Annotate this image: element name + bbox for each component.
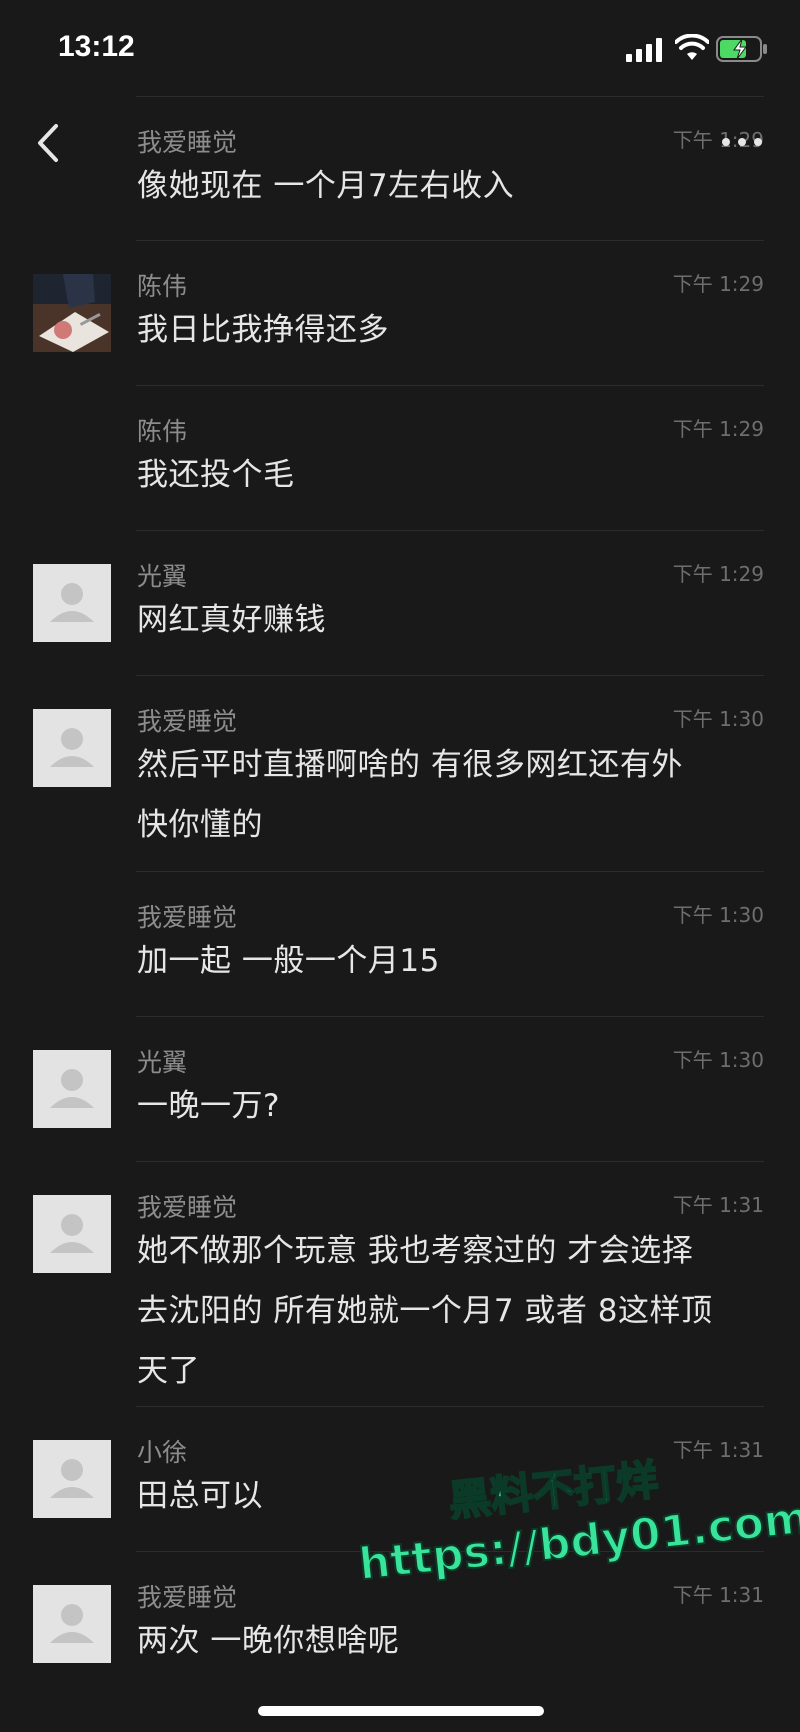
message-text: 像她现在 一个月7左右收入 [137, 156, 757, 216]
more-options-icon[interactable] [718, 124, 766, 160]
message-row[interactable]: 光翼 下午 1:30 一晚一万? [0, 1016, 800, 1156]
message-divider [136, 530, 764, 531]
message-text: 两次 一晚你想啥呢 [137, 1611, 757, 1671]
message-time: 下午 1:29 [672, 417, 764, 441]
sender-name: 我爱睡觉 [137, 128, 238, 157]
message-time: 下午 1:30 [672, 1048, 764, 1072]
sender-name: 陈伟 [137, 272, 188, 301]
message-text-line: 像她现在 一个月7左右收入 [137, 168, 515, 204]
sender-name: 小徐 [137, 1438, 188, 1467]
message-text-line: 快你懂的 [137, 807, 263, 843]
message-time: 下午 1:30 [672, 707, 764, 731]
message-row[interactable]: 陈伟 下午 1:29 我日比我挣得还多 [0, 240, 800, 380]
default-avatar-icon[interactable] [33, 1195, 111, 1273]
default-avatar-icon[interactable] [33, 1440, 111, 1518]
message-divider [136, 1406, 764, 1407]
message-divider [136, 1551, 764, 1552]
message-text: 一晚一万? [137, 1076, 757, 1136]
battery-charging-icon [716, 36, 767, 62]
sender-name: 我爱睡觉 [137, 1583, 238, 1612]
message-text-line: 她不做那个玩意 我也考察过的 才会选择 [137, 1233, 694, 1269]
message-row[interactable]: 陈伟 下午 1:29 我还投个毛 [0, 385, 800, 525]
sender-name: 我爱睡觉 [137, 1193, 238, 1222]
status-bar: 13:12 [0, 0, 800, 96]
message-text-line: 网红真好赚钱 [137, 602, 326, 638]
message-text: 我日比我挣得还多 [137, 300, 757, 360]
message-divider [136, 871, 764, 872]
message-text: 加一起 一般一个月15 [137, 931, 757, 991]
default-avatar-icon[interactable] [33, 1050, 111, 1128]
home-indicator[interactable] [258, 1706, 544, 1716]
message-text-line: 一晚一万? [137, 1088, 280, 1124]
message-divider [136, 240, 764, 241]
sender-name: 我爱睡觉 [137, 707, 238, 736]
message-divider [136, 385, 764, 386]
message-time: 下午 1:29 [672, 272, 764, 296]
sender-name: 光翼 [137, 562, 188, 591]
message-divider [136, 1161, 764, 1162]
default-avatar-icon[interactable] [33, 709, 111, 787]
message-row[interactable]: 小徐 下午 1:31 田总可以 [0, 1406, 800, 1546]
message-text: 然后平时直播啊啥的 有很多网红还有外 快你懂的 [137, 735, 757, 855]
wifi-icon [675, 34, 709, 60]
sender-name: 我爱睡觉 [137, 903, 238, 932]
message-text-line: 我日比我挣得还多 [137, 312, 389, 348]
message-time: 下午 1:29 [672, 562, 764, 586]
message-text: 田总可以 [137, 1466, 757, 1526]
message-text: 她不做那个玩意 我也考察过的 才会选择 去沈阳的 所有她就一个月7 或者 8这样顶… [137, 1221, 757, 1401]
default-avatar-icon[interactable] [33, 1585, 111, 1663]
message-text: 我还投个毛 [137, 445, 757, 505]
message-row[interactable]: 我爱睡觉 下午 1:30 然后平时直播啊啥的 有很多网红还有外 快你懂的 [0, 675, 800, 843]
message-text-line: 田总可以 [137, 1478, 263, 1514]
message-time: 下午 1:30 [672, 903, 764, 927]
message-row[interactable]: 我爱睡觉 下午 1:31 她不做那个玩意 我也考察过的 才会选择 去沈阳的 所有她就一… [0, 1161, 800, 1389]
message-time: 下午 1:31 [672, 1438, 764, 1462]
message-text-line: 天了 [137, 1353, 200, 1389]
message-row[interactable]: 我爱睡觉 下午 1:30 加一起 一般一个月15 [0, 871, 800, 1011]
message-divider [136, 96, 764, 97]
avatar-photo[interactable] [33, 274, 111, 352]
message-text-line: 去沈阳的 所有她就一个月7 或者 8这样顶 [137, 1293, 713, 1329]
message-row[interactable]: 光翼 下午 1:29 网红真好赚钱 [0, 530, 800, 670]
message-row[interactable]: 我爱睡觉 下午 1:29 像她现在 一个月7左右收入 [0, 96, 800, 236]
message-divider [136, 1016, 764, 1017]
message-text-line: 我还投个毛 [137, 457, 295, 493]
message-time: 下午 1:31 [672, 1193, 764, 1217]
sender-name: 陈伟 [137, 417, 188, 446]
sender-name: 光翼 [137, 1048, 188, 1077]
message-text-line: 两次 一晚你想啥呢 [137, 1623, 400, 1659]
message-time: 下午 1:31 [672, 1583, 764, 1607]
message-text: 网红真好赚钱 [137, 590, 757, 650]
cellular-signal-icon [626, 38, 662, 62]
message-text-line: 然后平时直播啊啥的 有很多网红还有外 [137, 747, 683, 783]
message-text-line: 加一起 一般一个月15 [137, 943, 440, 979]
message-divider [136, 675, 764, 676]
default-avatar-icon[interactable] [33, 564, 111, 642]
status-time: 13:12 [58, 30, 135, 63]
message-row[interactable]: 我爱睡觉 下午 1:31 两次 一晚你想啥呢 [0, 1551, 800, 1691]
